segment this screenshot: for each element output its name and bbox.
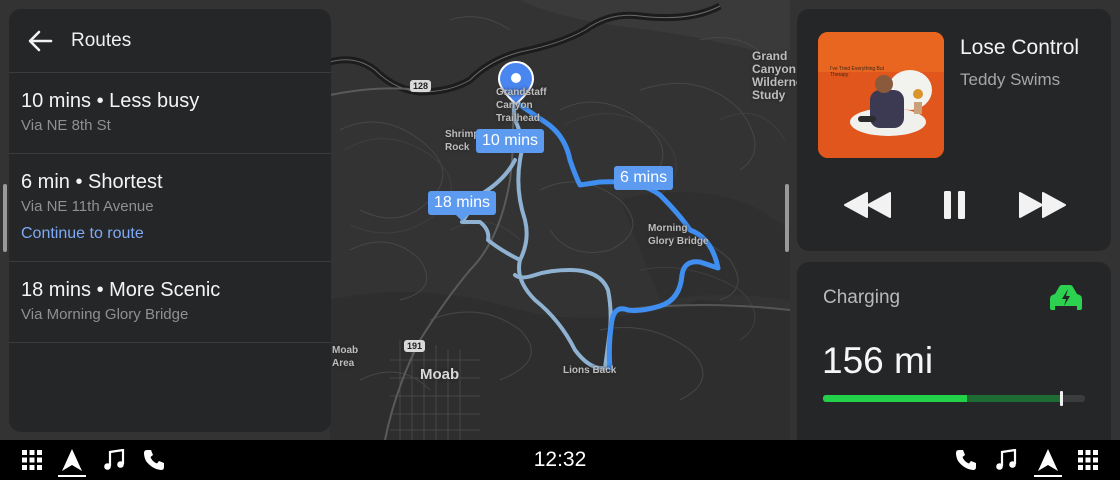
navigation-button[interactable] — [58, 446, 86, 477]
album-art: I've Tried Everything But Therapy — [818, 32, 944, 158]
map-label-shrimp-rock: Shrimp Rock — [445, 129, 480, 153]
fast-forward-button[interactable] — [1011, 181, 1075, 229]
highway-shield-191: 191 — [404, 340, 426, 352]
map-label-lions-back: Lions Back — [563, 365, 617, 376]
route-chip-10-mins[interactable]: 10 mins — [476, 129, 545, 153]
app-launcher-button[interactable] — [18, 446, 46, 474]
back-button[interactable] — [15, 16, 65, 66]
route-option-subtitle: Via NE 11th Avenue — [21, 198, 154, 215]
page-title: Routes — [71, 29, 132, 51]
phone-icon — [956, 450, 976, 470]
bottom-nav-bar: 12:32 — [0, 440, 1120, 480]
route-option-more-scenic[interactable]: 18 mins • More Scenic Via Morning Glory … — [9, 262, 331, 343]
album-caption: I've Tried Everything But Therapy — [830, 66, 885, 78]
route-chip-label: 6 mins — [620, 169, 668, 186]
left-panel-resize-handle[interactable] — [3, 184, 7, 252]
navigation-icon — [62, 449, 82, 471]
route-option-less-busy[interactable]: 10 mins • Less busy Via NE 8th St — [9, 73, 331, 154]
music-icon — [996, 449, 1017, 470]
route-chip-pointer — [456, 215, 469, 221]
media-button[interactable] — [100, 446, 128, 474]
charging-card[interactable]: Charging 156 mi — [797, 262, 1111, 440]
route-chip-18-mins[interactable]: 18 mins — [428, 191, 497, 221]
routes-header: Routes — [9, 9, 331, 73]
phone-button-right[interactable] — [952, 446, 980, 474]
rewind-icon — [844, 192, 891, 218]
rewind-button[interactable] — [835, 181, 899, 229]
grid-icon — [1078, 450, 1098, 470]
range-value: 156 mi — [822, 340, 934, 381]
media-card[interactable]: I've Tried Everything But Therapy Lose C… — [797, 9, 1111, 251]
route-option-subtitle: Via NE 8th St — [21, 117, 111, 134]
highway-shield-128: 128 — [410, 80, 432, 92]
route-option-shortest[interactable]: 6 min • Shortest Via NE 11th Avenue Cont… — [9, 154, 331, 262]
music-icon — [104, 449, 125, 470]
battery-level-bar — [823, 391, 1085, 406]
clock: 12:32 — [533, 448, 587, 471]
route-chip-label: 18 mins — [434, 194, 491, 211]
ev-charging-car-icon — [1050, 285, 1082, 310]
map-label-morning-glory: Morning Glory Bridge — [648, 223, 709, 247]
phone-icon — [144, 450, 164, 470]
pause-button[interactable] — [923, 181, 987, 229]
map-label-moab-area: Moab Area — [332, 345, 359, 369]
route-option-title: 6 min • Shortest — [21, 171, 163, 193]
track-title: Lose Control — [960, 36, 1080, 59]
routes-panel: Routes 10 mins • Less busy Via NE 8th St… — [9, 9, 331, 432]
map-label-moab: Moab — [420, 366, 460, 383]
route-chip-6-mins[interactable]: 6 mins — [614, 166, 674, 190]
navigation-icon — [1038, 449, 1058, 471]
track-artist: Teddy Swims — [960, 70, 1061, 89]
route-option-subtitle: Via Morning Glory Bridge — [21, 306, 189, 323]
grid-icon — [22, 450, 42, 470]
media-button-right[interactable] — [992, 446, 1020, 474]
arrow-left-icon — [28, 30, 53, 51]
charge-limit-marker[interactable] — [1060, 391, 1063, 406]
phone-button[interactable] — [140, 446, 168, 474]
route-chip-label: 10 mins — [482, 132, 539, 149]
charging-status: Charging — [823, 287, 901, 308]
navigation-button-right[interactable] — [1034, 446, 1062, 477]
fast-forward-icon — [1019, 192, 1066, 218]
pause-icon — [944, 191, 965, 219]
battery-level-fill — [823, 395, 967, 402]
right-panel-resize-handle[interactable] — [785, 184, 789, 252]
route-option-title: 18 mins • More Scenic — [21, 279, 221, 301]
app-launcher-button-right[interactable] — [1074, 446, 1102, 474]
map-label-trailhead: Grandstaff Canyon Trailhead — [496, 87, 547, 124]
route-option-title: 10 mins • Less busy — [21, 90, 200, 112]
continue-to-route-link[interactable]: Continue to route — [21, 224, 319, 244]
